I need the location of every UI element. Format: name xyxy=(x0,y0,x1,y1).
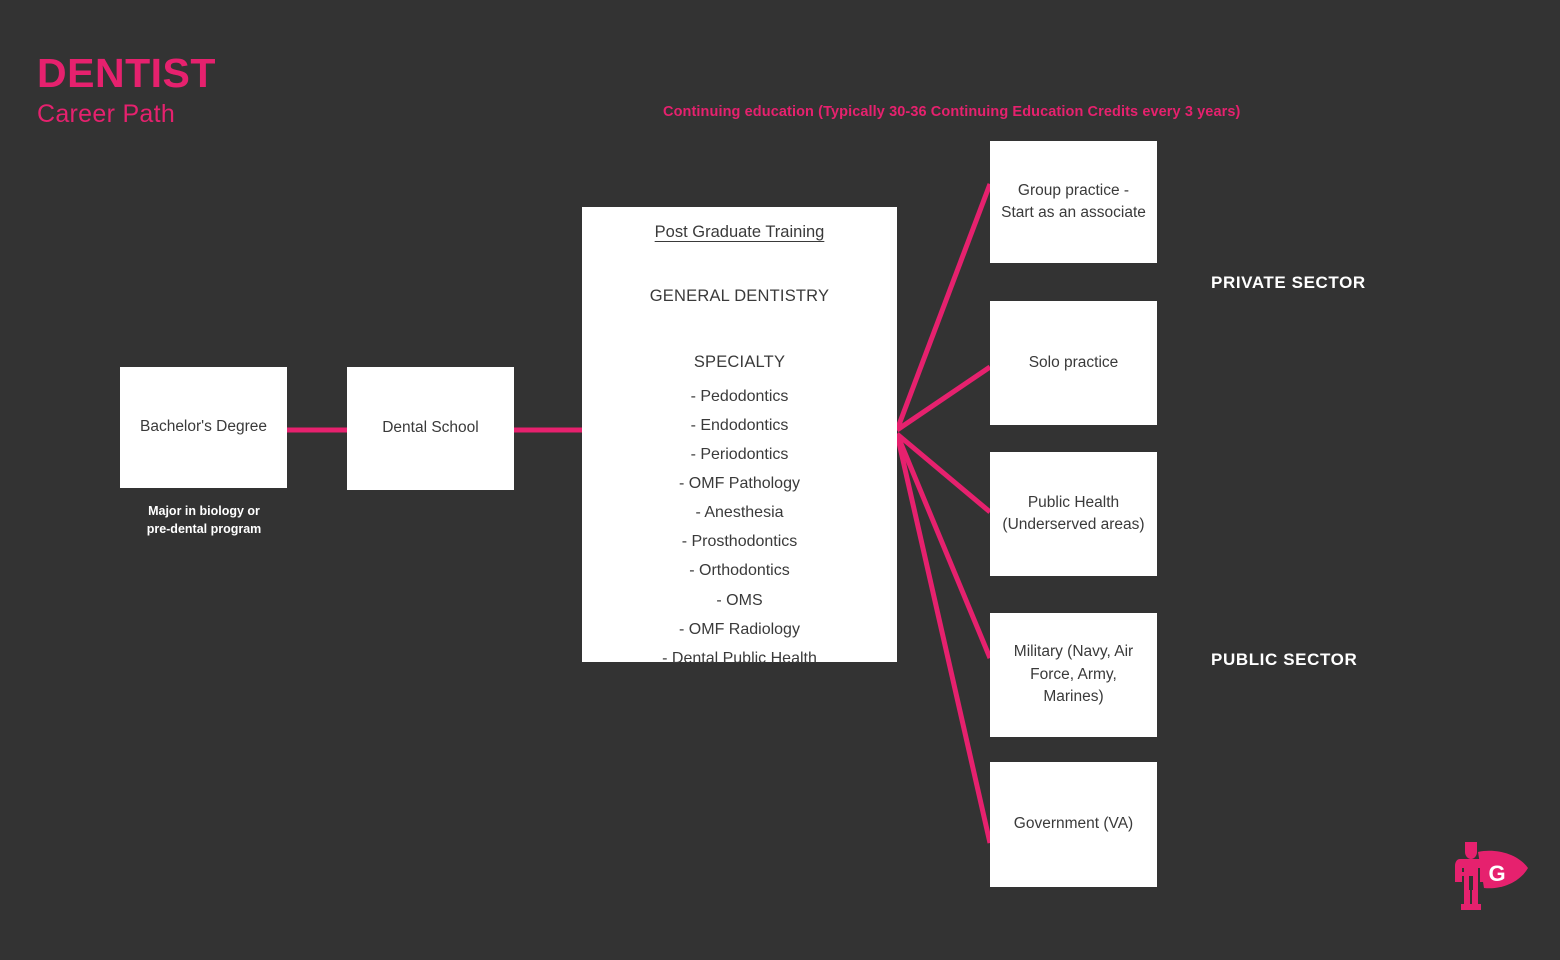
connector-postgrad-to-group-practice xyxy=(894,183,993,431)
node-bachelors-degree[interactable]: Bachelor's Degree xyxy=(120,367,287,488)
logo-letter-g: G xyxy=(1488,861,1505,886)
caption-bachelors-line-1: Major in biology or xyxy=(148,504,260,518)
specialty-item: - Dental Public Health xyxy=(662,649,817,667)
specialty-item: - Endodontics xyxy=(690,416,789,434)
page-subtitle: Career Path xyxy=(37,100,176,129)
label-private-sector: PRIVATE SECTOR xyxy=(1211,273,1366,292)
specialty-item: - Orthodontics xyxy=(689,562,790,580)
connector-postgrad-to-solo-practice xyxy=(895,364,992,433)
specialty-item: - OMS xyxy=(716,591,763,609)
caption-bachelors-degree: Major in biology or pre-dental program xyxy=(118,502,290,538)
continuing-education-note: Continuing education (Typically 30-36 Co… xyxy=(663,104,1241,120)
specialty-item: - OMF Pathology xyxy=(679,475,800,493)
node-public-health[interactable]: Public Health (Underserved areas) xyxy=(990,452,1157,576)
node-military[interactable]: Military (Navy, Air Force, Army, Marines… xyxy=(990,613,1157,737)
specialty-item: - Anesthesia xyxy=(695,504,784,522)
post-graduate-training-content: Post Graduate Training GENERAL DENTISTRY… xyxy=(582,207,897,683)
page-title: DENTIST xyxy=(37,50,216,96)
node-government-label: Government (VA) xyxy=(1013,815,1134,833)
post-graduate-training-heading: Post Graduate Training xyxy=(654,223,825,241)
specialty-item: - OMF Radiology xyxy=(679,620,800,638)
node-military-label: Military (Navy, Air Force, Army, Marines… xyxy=(1013,643,1134,706)
specialty-item: - Periodontics xyxy=(690,445,789,463)
node-post-graduate-training[interactable]: Post Graduate Training GENERAL DENTISTRY… xyxy=(582,207,897,667)
specialty-list: - Pedodontics - Endodontics - Periodontics… xyxy=(594,382,885,673)
label-public-sector: PUBLIC SECTOR xyxy=(1211,650,1358,669)
specialty-heading: SPECIALTY xyxy=(693,352,786,371)
node-solo-practice-label: Solo practice xyxy=(1028,353,1119,371)
node-group-practice[interactable]: Group practice - Start as an associate xyxy=(990,141,1157,263)
specialty-item: - Prosthodontics xyxy=(681,533,798,551)
node-dental-school-label: Dental School xyxy=(382,419,479,437)
node-bachelors-degree-label: Bachelor's Degree xyxy=(139,418,268,436)
connector-postgrad-to-public-health xyxy=(895,432,992,514)
connector-postgrad-to-military xyxy=(894,433,993,659)
career-path-diagram: DENTIST Career Path Continuing education… xyxy=(0,0,1560,960)
node-dental-school[interactable]: Dental School xyxy=(347,367,514,490)
node-government[interactable]: Government (VA) xyxy=(990,762,1157,887)
specialty-item: - Pedodontics xyxy=(690,387,789,405)
title-block: DENTIST Career Path xyxy=(37,50,216,129)
general-dentistry-label: GENERAL DENTISTRY xyxy=(649,286,830,305)
connector-postgrad-to-government xyxy=(894,433,993,844)
node-group-practice-label: Group practice - Start as an associate xyxy=(1001,181,1146,221)
node-solo-practice[interactable]: Solo practice xyxy=(990,301,1157,425)
superhero-g-logo-icon: G xyxy=(1455,842,1528,910)
node-public-health-label: Public Health (Underserved areas) xyxy=(1002,493,1145,533)
caption-bachelors-line-2: pre-dental program xyxy=(146,522,262,537)
